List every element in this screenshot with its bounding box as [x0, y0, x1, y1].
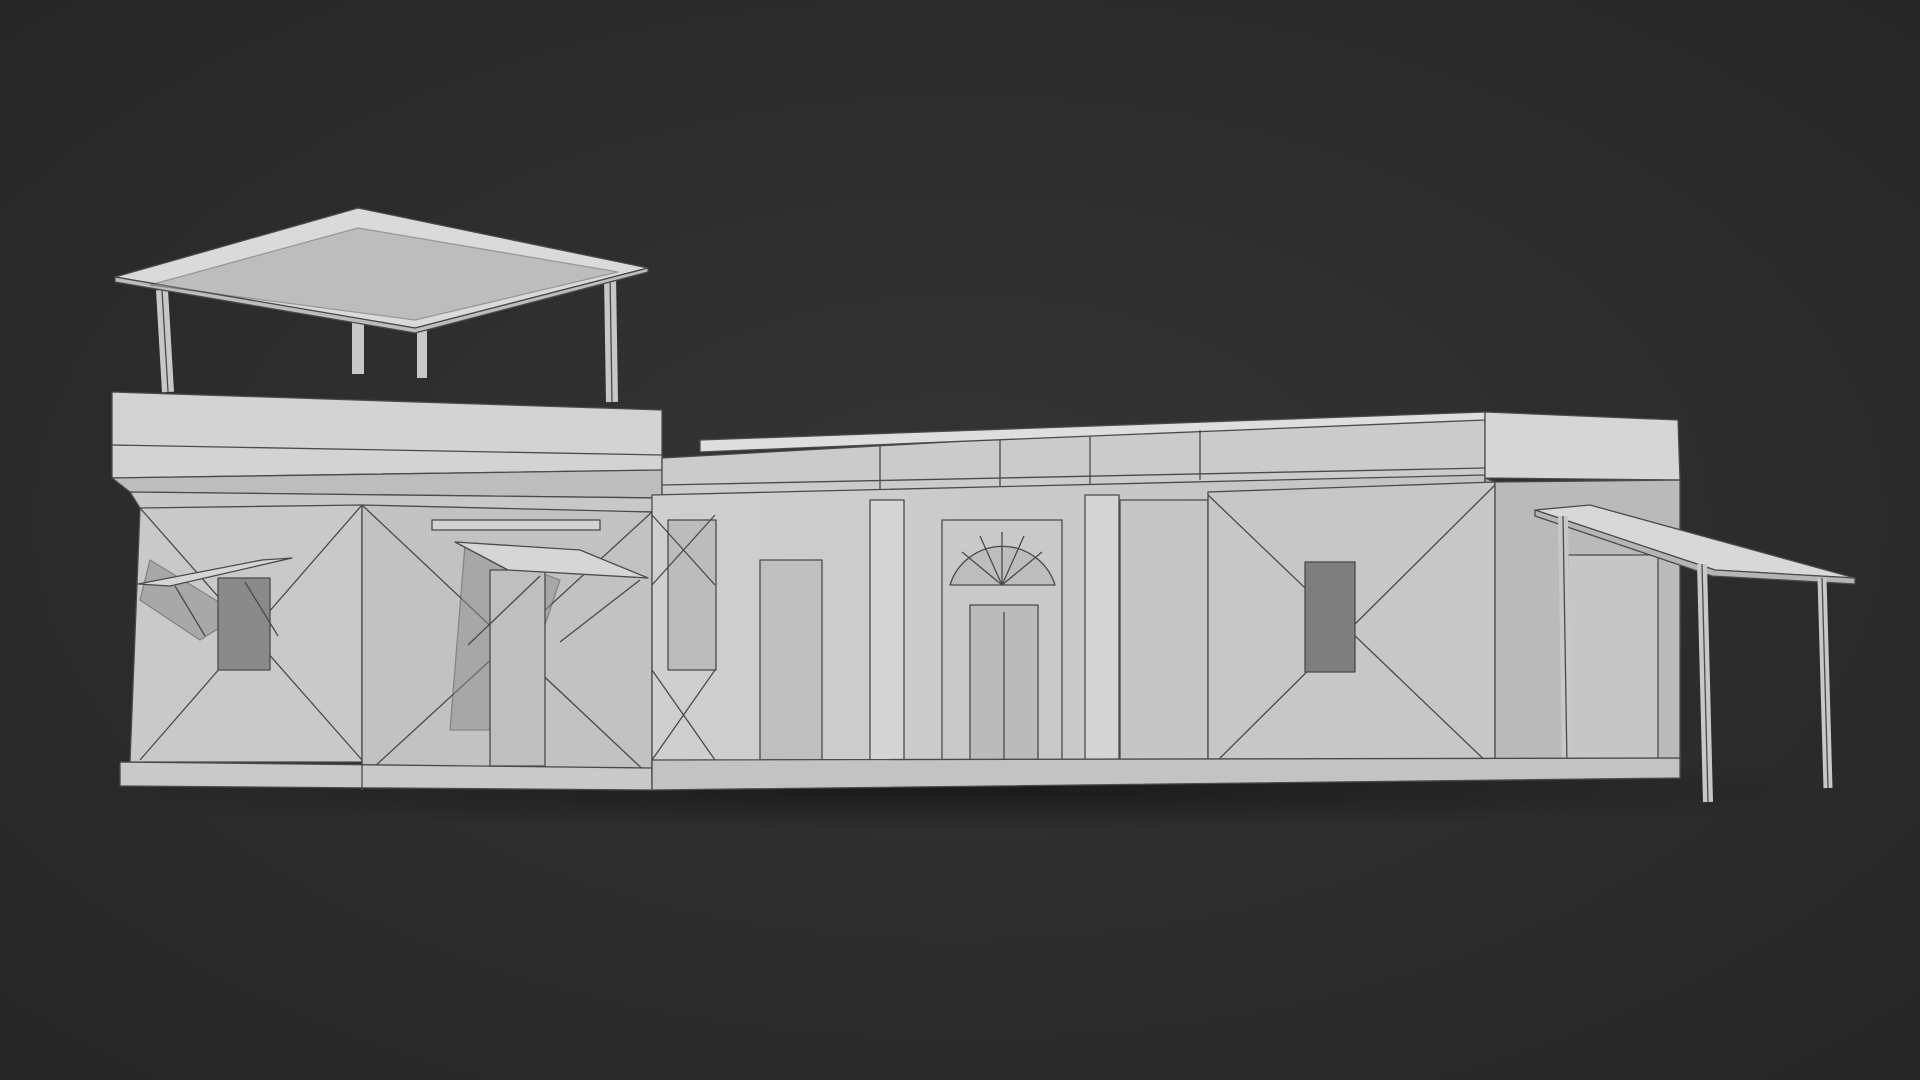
pilaster-left: [869, 499, 905, 773]
pilaster-right: [1084, 494, 1120, 771]
side-window-left: [667, 519, 717, 671]
tower-door: [489, 569, 546, 767]
entrance-arch: [941, 519, 1063, 773]
left-tower: [111, 391, 663, 791]
middle-window-right: [1119, 499, 1209, 766]
right-window: [1304, 561, 1356, 673]
building-render: [0, 0, 1920, 1080]
render-viewport: [0, 0, 1920, 1080]
tower-window-left: [217, 577, 271, 671]
middle-door-left: [759, 559, 823, 761]
right-parapet: [1484, 411, 1681, 481]
